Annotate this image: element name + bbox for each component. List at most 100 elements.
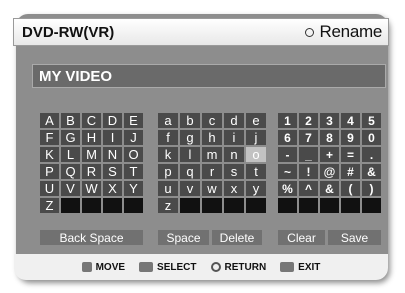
- key-symbol[interactable]: &: [362, 164, 381, 179]
- key-D[interactable]: D: [103, 113, 122, 128]
- key-C[interactable]: C: [82, 113, 101, 128]
- empty-key: [82, 198, 101, 213]
- key-m[interactable]: m: [202, 147, 222, 162]
- key-W[interactable]: W: [82, 181, 101, 196]
- key-symbol[interactable]: &: [320, 181, 339, 196]
- key-symbol[interactable]: _: [299, 147, 318, 162]
- key-A[interactable]: A: [40, 113, 59, 128]
- empty-key: [362, 198, 381, 213]
- key-p[interactable]: p: [158, 164, 178, 179]
- key-symbol[interactable]: (: [341, 181, 360, 196]
- empty-key: [202, 198, 222, 213]
- key-5[interactable]: 5: [362, 113, 381, 128]
- key-y[interactable]: y: [246, 181, 266, 196]
- key-n[interactable]: n: [224, 147, 244, 162]
- key-2[interactable]: 2: [299, 113, 318, 128]
- key-E[interactable]: E: [124, 113, 143, 128]
- empty-key: [299, 198, 318, 213]
- key-k[interactable]: k: [158, 147, 178, 162]
- delete-button[interactable]: Delete: [212, 230, 262, 245]
- key-L[interactable]: L: [61, 147, 80, 162]
- move-label: MOVE: [95, 261, 126, 273]
- key-O[interactable]: O: [124, 147, 143, 162]
- key-6[interactable]: 6: [278, 130, 297, 145]
- key-9[interactable]: 9: [341, 130, 360, 145]
- back-space-button[interactable]: Back Space: [40, 230, 143, 245]
- key-V[interactable]: V: [61, 181, 80, 196]
- key-z[interactable]: z: [158, 198, 178, 213]
- key-7[interactable]: 7: [299, 130, 318, 145]
- return-icon: [210, 262, 221, 272]
- key-f[interactable]: f: [158, 130, 178, 145]
- key-P[interactable]: P: [40, 164, 59, 179]
- name-input[interactable]: MY VIDEO: [32, 64, 386, 88]
- key-symbol[interactable]: @: [320, 164, 339, 179]
- key-t[interactable]: t: [246, 164, 266, 179]
- key-I[interactable]: I: [103, 130, 122, 145]
- rename-label: Rename: [319, 22, 383, 41]
- key-G[interactable]: G: [61, 130, 80, 145]
- key-J[interactable]: J: [124, 130, 143, 145]
- key-symbol[interactable]: !: [299, 164, 318, 179]
- clear-button[interactable]: Clear: [278, 230, 325, 245]
- key-a[interactable]: a: [158, 113, 178, 128]
- key-3[interactable]: 3: [320, 113, 339, 128]
- space-button[interactable]: Space: [158, 230, 209, 245]
- key-0[interactable]: 0: [362, 130, 381, 145]
- radio-circle-icon: [304, 27, 314, 37]
- key-symbol[interactable]: ): [362, 181, 381, 196]
- keypad-buttons-middle: Space Delete: [158, 230, 262, 245]
- key-s[interactable]: s: [224, 164, 244, 179]
- key-symbol[interactable]: #: [341, 164, 360, 179]
- enter-icon: [139, 262, 154, 272]
- key-c[interactable]: c: [202, 113, 222, 128]
- key-R[interactable]: R: [82, 164, 101, 179]
- key-l[interactable]: l: [180, 147, 200, 162]
- key-g[interactable]: g: [180, 130, 200, 145]
- key-b[interactable]: b: [180, 113, 200, 128]
- key-symbol[interactable]: ~: [278, 164, 297, 179]
- key-S[interactable]: S: [103, 164, 122, 179]
- save-button[interactable]: Save: [328, 230, 381, 245]
- key-e[interactable]: e: [246, 113, 266, 128]
- key-X[interactable]: X: [103, 181, 122, 196]
- key-w[interactable]: w: [202, 181, 222, 196]
- key-M[interactable]: M: [82, 147, 101, 162]
- key-r[interactable]: r: [202, 164, 222, 179]
- key-h[interactable]: h: [202, 130, 222, 145]
- key-symbol[interactable]: =: [341, 147, 360, 162]
- key-Y[interactable]: Y: [124, 181, 143, 196]
- key-F[interactable]: F: [40, 130, 59, 145]
- key-Q[interactable]: Q: [61, 164, 80, 179]
- key-v[interactable]: v: [180, 181, 200, 196]
- title-bar: DVD-RW(VR) Rename: [13, 18, 389, 46]
- key-K[interactable]: K: [40, 147, 59, 162]
- key-symbol[interactable]: +: [320, 147, 339, 162]
- key-i[interactable]: i: [224, 130, 244, 145]
- key-symbol[interactable]: -: [278, 147, 297, 162]
- key-u[interactable]: u: [158, 181, 178, 196]
- key-Z[interactable]: Z: [40, 198, 59, 213]
- rename-indicator: Rename: [304, 22, 383, 42]
- key-j[interactable]: j: [246, 130, 266, 145]
- key-H[interactable]: H: [82, 130, 101, 145]
- uppercase-keypad: ABCDE FGHIJ KLMNO PQRST UVWXY Z: [40, 113, 143, 213]
- name-value: MY VIDEO: [39, 68, 113, 85]
- select-hint: SELECT: [139, 262, 197, 273]
- key-4[interactable]: 4: [341, 113, 360, 128]
- key-o[interactable]: o: [246, 147, 266, 162]
- key-symbol[interactable]: .: [362, 147, 381, 162]
- key-U[interactable]: U: [40, 181, 59, 196]
- key-symbol[interactable]: ^: [299, 181, 318, 196]
- symbol-keypad: 1 2 3 4 5 6 7 8 9 0- _ + =. ~! @ # &% ^ &(): [278, 113, 381, 213]
- key-8[interactable]: 8: [320, 130, 339, 145]
- key-B[interactable]: B: [61, 113, 80, 128]
- key-1[interactable]: 1: [278, 113, 297, 128]
- key-d[interactable]: d: [224, 113, 244, 128]
- key-N[interactable]: N: [103, 147, 122, 162]
- key-T[interactable]: T: [124, 164, 143, 179]
- key-q[interactable]: q: [180, 164, 200, 179]
- key-x[interactable]: x: [224, 181, 244, 196]
- key-symbol[interactable]: %: [278, 181, 297, 196]
- keypad-buttons-left: Back Space: [40, 230, 143, 245]
